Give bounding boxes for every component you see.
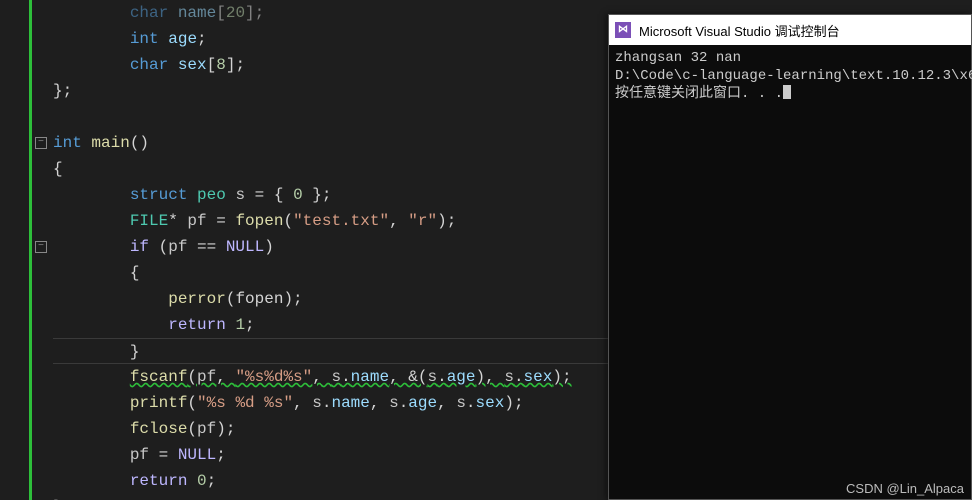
code-line[interactable]: printf("%s %d %s", s.name, s.age, s.sex)… — [53, 390, 608, 416]
code-line[interactable] — [53, 104, 608, 130]
console-line: D:\Code\c-language-learning\text.10.12.3… — [615, 67, 965, 85]
code-line[interactable]: int main() — [53, 130, 608, 156]
code-line[interactable]: fscanf(pf, "%s%d%s", s.name, &(s.age), s… — [53, 364, 608, 390]
code-line[interactable]: if (pf == NULL) — [53, 234, 608, 260]
code-line[interactable]: }; — [53, 78, 608, 104]
debug-console-window[interactable]: ⋈ Microsoft Visual Studio 调试控制台 zhangsan… — [608, 14, 972, 500]
code-line[interactable]: char name[20]; — [53, 0, 608, 26]
code-line[interactable]: int age; — [53, 26, 608, 52]
vs-icon: ⋈ — [615, 22, 631, 38]
code-line[interactable]: pf = NULL; — [53, 442, 608, 468]
code-line[interactable]: return 0; — [53, 468, 608, 494]
code-line[interactable]: fclose(pf); — [53, 416, 608, 442]
fold-toggle-icon[interactable]: − — [35, 137, 47, 149]
code-line[interactable]: char sex[8]; — [53, 52, 608, 78]
cursor-icon — [783, 85, 791, 99]
code-line[interactable]: } — [53, 494, 608, 500]
console-output: zhangsan 32 nanD:\Code\c-language-learni… — [609, 45, 971, 107]
code-line[interactable]: { — [53, 260, 608, 286]
console-line: zhangsan 32 nan — [615, 49, 965, 67]
code-line[interactable]: } — [53, 338, 608, 364]
console-line: 按任意键关闭此窗口. . . — [615, 85, 965, 103]
code-line[interactable]: perror(fopen); — [53, 286, 608, 312]
code-editor[interactable]: −− char name[20]; int age; char sex[8];}… — [0, 0, 608, 500]
code-line[interactable]: FILE* pf = fopen("test.txt", "r"); — [53, 208, 608, 234]
fold-column: −− — [35, 0, 53, 500]
code-area[interactable]: char name[20]; int age; char sex[8];}; in… — [53, 0, 608, 500]
code-line[interactable]: return 1; — [53, 312, 608, 338]
code-line[interactable]: struct peo s = { 0 }; — [53, 182, 608, 208]
editor-gutter — [0, 0, 32, 500]
console-titlebar[interactable]: ⋈ Microsoft Visual Studio 调试控制台 — [609, 15, 971, 45]
console-title: Microsoft Visual Studio 调试控制台 — [639, 21, 840, 40]
code-line[interactable]: { — [53, 156, 608, 182]
watermark: CSDN @Lin_Alpaca — [846, 481, 964, 496]
fold-toggle-icon[interactable]: − — [35, 241, 47, 253]
